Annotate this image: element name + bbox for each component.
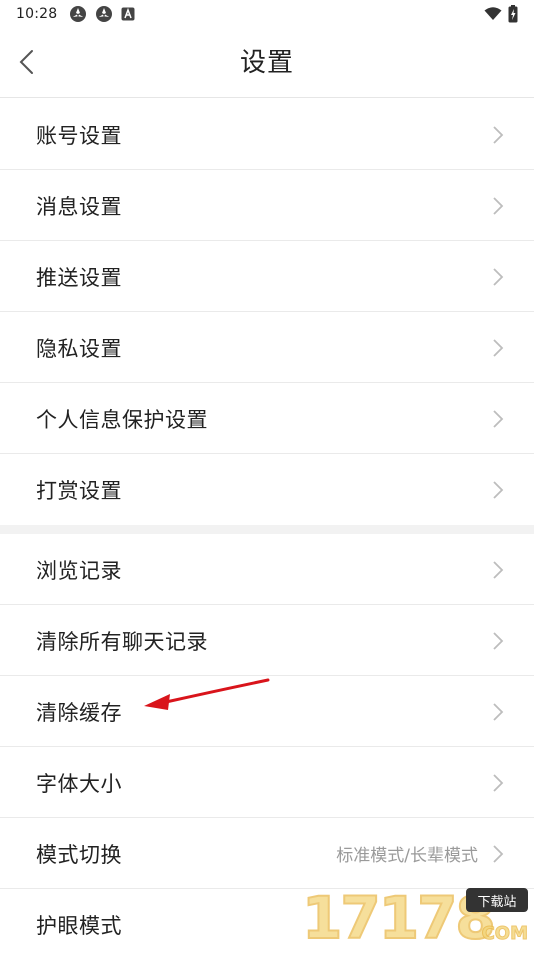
chevron-right-icon bbox=[492, 844, 504, 864]
chevron-right-icon bbox=[492, 267, 504, 287]
settings-item-label: 字体大小 bbox=[36, 768, 122, 798]
settings-item-personal-info-protection[interactable]: 个人信息保护设置 bbox=[0, 383, 534, 454]
chevron-right-icon bbox=[492, 125, 504, 145]
a-notification-icon bbox=[121, 7, 135, 21]
chevron-right-icon bbox=[492, 196, 504, 216]
chevron-right-icon bbox=[492, 560, 504, 580]
settings-list: 账号设置 消息设置 推送设置 隐私设置 个人信息保护设置 打赏设置 浏览记录 清… bbox=[0, 99, 534, 960]
settings-item-browsing-history[interactable]: 浏览记录 bbox=[0, 534, 534, 605]
chevron-right-icon bbox=[492, 702, 504, 722]
settings-item-label: 浏览记录 bbox=[36, 555, 122, 585]
settings-item-label: 清除所有聊天记录 bbox=[36, 626, 208, 656]
group-separator bbox=[0, 525, 534, 534]
app-notification-icon bbox=[69, 5, 87, 23]
chevron-right-icon bbox=[492, 409, 504, 429]
page-title: 设置 bbox=[0, 28, 534, 98]
settings-item-account[interactable]: 账号设置 bbox=[0, 99, 534, 170]
settings-item-label: 清除缓存 bbox=[36, 697, 122, 727]
app-notification-icon bbox=[95, 5, 113, 23]
settings-item-label: 模式切换 bbox=[36, 839, 122, 869]
status-bar: 10:28 bbox=[0, 0, 534, 28]
settings-item-messages[interactable]: 消息设置 bbox=[0, 170, 534, 241]
chevron-right-icon bbox=[492, 773, 504, 793]
status-time: 10:28 bbox=[16, 6, 57, 22]
settings-item-label: 隐私设置 bbox=[36, 333, 122, 363]
battery-charging-icon bbox=[508, 5, 518, 23]
settings-item-font-size[interactable]: 字体大小 bbox=[0, 747, 534, 818]
settings-item-eye-protection[interactable]: 护眼模式 bbox=[0, 889, 534, 960]
settings-item-label: 账号设置 bbox=[36, 120, 122, 150]
settings-item-mode-switch[interactable]: 模式切换 标准模式/长辈模式 bbox=[0, 818, 534, 889]
status-notification-icons bbox=[69, 5, 135, 23]
settings-item-push[interactable]: 推送设置 bbox=[0, 241, 534, 312]
wifi-icon bbox=[484, 7, 502, 21]
chevron-right-icon bbox=[492, 631, 504, 651]
chevron-right-icon bbox=[492, 338, 504, 358]
settings-item-label: 推送设置 bbox=[36, 262, 122, 292]
settings-item-tipping[interactable]: 打赏设置 bbox=[0, 454, 534, 525]
settings-item-clear-chat-history[interactable]: 清除所有聊天记录 bbox=[0, 605, 534, 676]
title-bar: 设置 bbox=[0, 28, 534, 98]
status-system-icons bbox=[484, 5, 518, 23]
chevron-right-icon bbox=[492, 480, 504, 500]
settings-item-label: 消息设置 bbox=[36, 191, 122, 221]
settings-item-clear-cache[interactable]: 清除缓存 bbox=[0, 676, 534, 747]
settings-item-label: 护眼模式 bbox=[36, 910, 122, 940]
settings-item-privacy[interactable]: 隐私设置 bbox=[0, 312, 534, 383]
settings-item-label: 个人信息保护设置 bbox=[36, 404, 208, 434]
settings-item-value: 标准模式/长辈模式 bbox=[336, 841, 478, 866]
settings-item-label: 打赏设置 bbox=[36, 475, 122, 505]
